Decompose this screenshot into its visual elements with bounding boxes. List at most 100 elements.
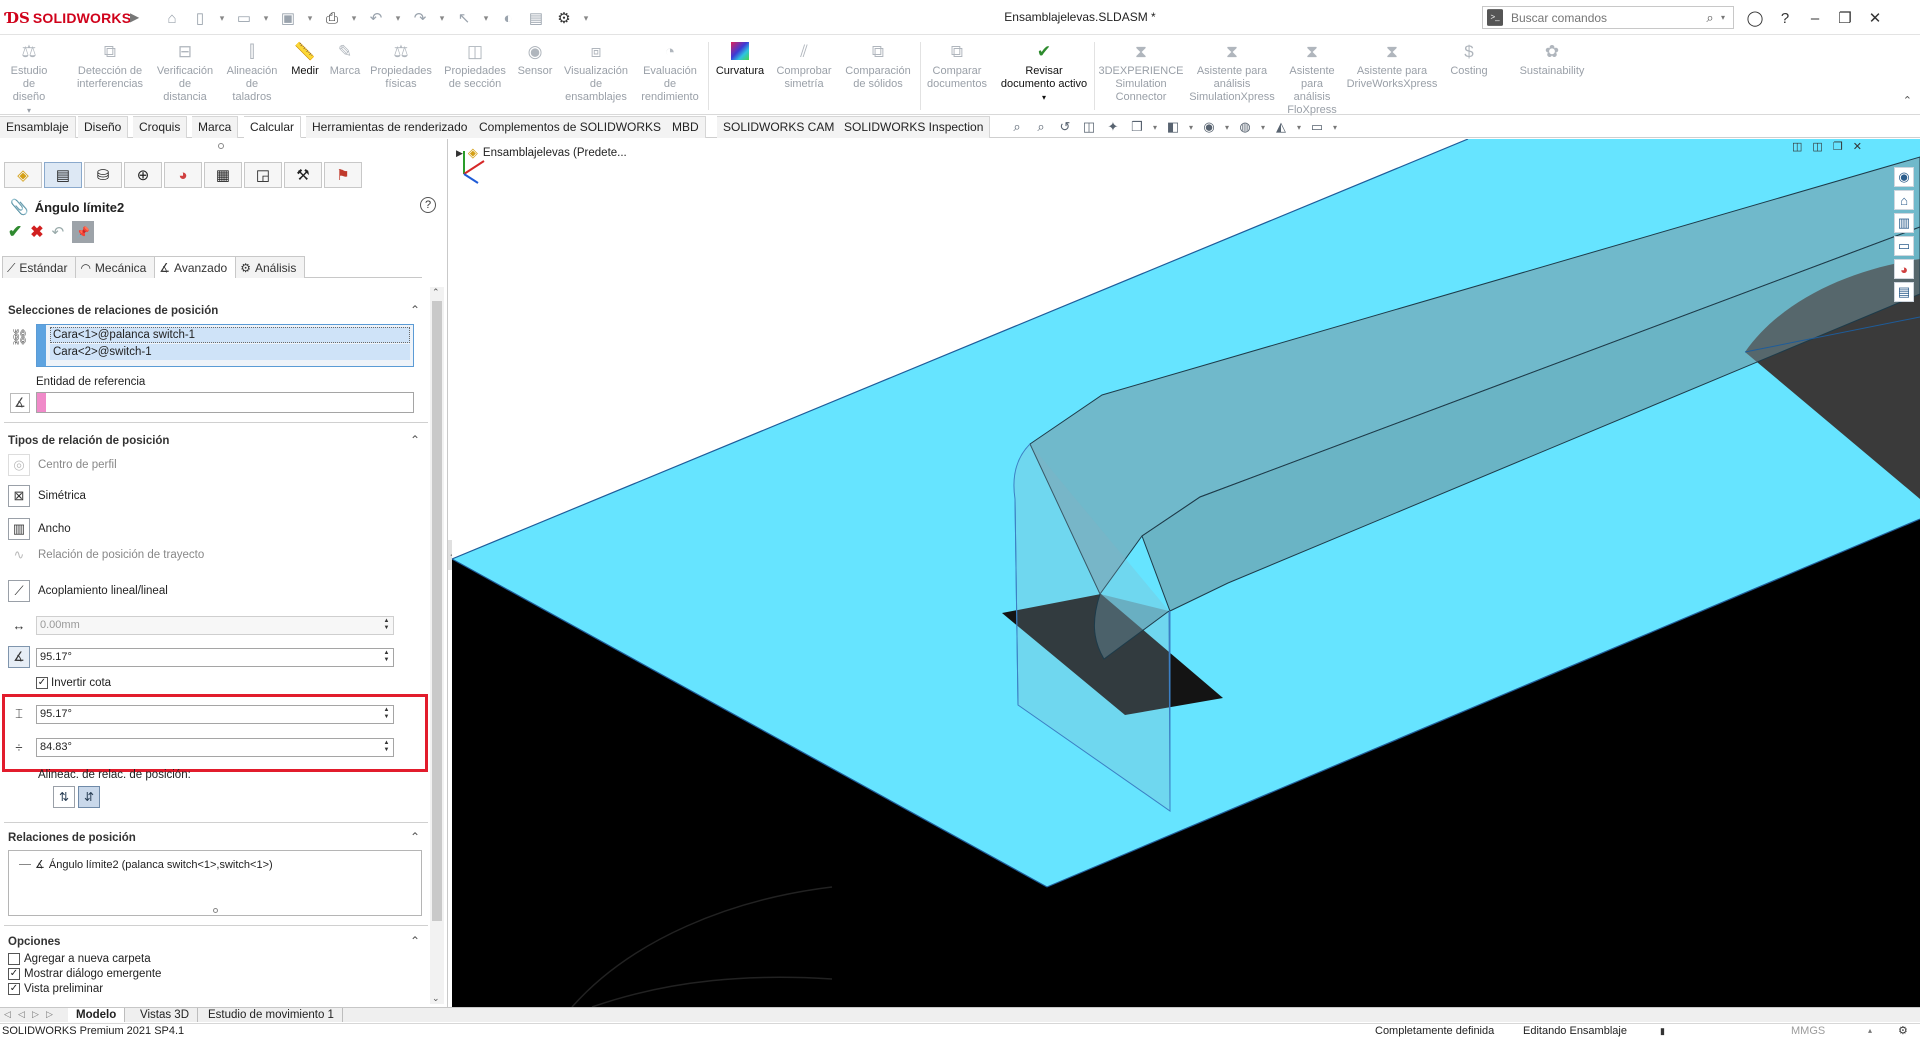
collapse-selections-icon[interactable]: ⌃ xyxy=(410,303,420,317)
resize-grip[interactable] xyxy=(213,908,218,913)
featuremanager-tab[interactable]: ◈ xyxy=(4,162,42,188)
view-settings-icon[interactable]: ▭ xyxy=(1306,117,1328,137)
angle-spinner[interactable]: ▲ ▼ xyxy=(381,650,392,665)
tab-complementos[interactable]: Complementos de SOLIDWORKS xyxy=(473,116,669,138)
tab-croquis[interactable]: Croquis xyxy=(133,116,188,138)
tab-ensamblaje[interactable]: Ensamblaje xyxy=(0,116,76,138)
print-icon[interactable]: ⎙ xyxy=(320,6,344,30)
open-icon[interactable]: ▭ xyxy=(232,6,256,30)
help-icon[interactable]: ? xyxy=(1770,4,1800,32)
save-dropdown-icon[interactable]: ▾ xyxy=(304,6,316,30)
list-item[interactable]: ∡ Ángulo límite2 (palanca switch<1>,swit… xyxy=(19,858,273,871)
max-spinner[interactable]: ▲ ▼ xyxy=(381,707,392,722)
mate-selections-list[interactable]: Cara<1>@palanca switch-1 Cara<2>@switch-… xyxy=(36,324,414,367)
redo-icon[interactable]: ↷ xyxy=(408,6,432,30)
display-style-dropdown-icon[interactable]: ▾ xyxy=(1186,117,1196,137)
new-dropdown-icon[interactable]: ▾ xyxy=(216,6,228,30)
tab-modelo[interactable]: Modelo xyxy=(68,1008,126,1022)
nav-last-icon[interactable]: ▷ xyxy=(46,1009,53,1020)
view-orientation-icon[interactable]: ❒ xyxy=(1126,117,1148,137)
cancel-x-icon[interactable]: ✖ xyxy=(30,222,43,242)
home-icon[interactable]: ⌂ xyxy=(160,6,184,30)
undo-icon[interactable]: ↶ xyxy=(364,6,388,30)
cam-feature-tab[interactable]: ▦ xyxy=(204,162,242,188)
redo-dropdown-icon[interactable]: ▾ xyxy=(436,6,448,30)
displaymanager-tab[interactable]: ◕ xyxy=(164,162,202,188)
selection-item[interactable]: Cara<1>@palanca switch-1 xyxy=(50,327,410,343)
collapse-ribbon-icon[interactable]: ⌃ xyxy=(1903,94,1912,107)
rebuild-icon[interactable]: ◐ xyxy=(496,6,520,30)
angle-icon[interactable]: ∡ xyxy=(8,646,30,668)
save-icon[interactable]: ▣ xyxy=(276,6,300,30)
select-dropdown-icon[interactable]: ▾ xyxy=(480,6,492,30)
measure-button[interactable]: 📏 Medir xyxy=(284,40,326,78)
tab-mecanica[interactable]: ◠ Mecánica xyxy=(75,256,156,278)
nav-first-icon[interactable]: ◁ xyxy=(4,1009,11,1020)
3dexperience-connector-button[interactable]: ⧗ 3DEXPERIENCE Simulation Connector xyxy=(1098,40,1184,104)
unit-system[interactable]: MMGS xyxy=(1791,1024,1825,1038)
nav-prev-icon[interactable]: ◁ xyxy=(18,1009,25,1020)
panel-scrollbar[interactable]: ⌃ ⌄ xyxy=(430,287,444,1004)
tab-solidworks-cam[interactable]: SOLIDWORKS CAM xyxy=(717,116,842,138)
search-commands-input[interactable] xyxy=(1505,10,1699,25)
minimize-icon[interactable]: – xyxy=(1800,4,1830,32)
file-properties-icon[interactable]: ▤ xyxy=(524,6,548,30)
section-view-icon[interactable]: ◫ xyxy=(1078,117,1100,137)
viewport-tile2-icon[interactable]: ◫ xyxy=(1812,140,1822,153)
tab-calcular[interactable]: Calcular xyxy=(244,116,302,138)
curvature-button[interactable]: Curvatura xyxy=(712,40,768,78)
max-value-input[interactable]: 95.17° ▲ ▼ xyxy=(36,704,394,724)
collapse-mates-icon[interactable]: ⌃ xyxy=(410,830,420,844)
viewport-close-icon[interactable]: ✕ xyxy=(1853,140,1862,153)
new-document-icon[interactable]: ▯ xyxy=(188,6,212,30)
hide-show-dropdown-icon[interactable]: ▾ xyxy=(1222,117,1232,137)
scroll-down-icon[interactable]: ⌄ xyxy=(432,993,440,1004)
tab-diseno[interactable]: Diseño xyxy=(78,116,129,138)
options-dropdown-icon[interactable]: ▾ xyxy=(580,6,592,30)
compare-solids-button[interactable]: ⧉ Comparación de sólidos xyxy=(838,40,918,91)
print-dropdown-icon[interactable]: ▾ xyxy=(348,6,360,30)
pin-icon[interactable]: 📌 xyxy=(72,221,95,243)
design-study-button[interactable]: ⚖ Estudio de diseño ▾ xyxy=(4,40,54,117)
graphics-area[interactable]: ▶ ◈ Ensamblajelevas (Predete... ◫ ◫ ❐ ✕ … xyxy=(452,139,1920,1007)
dimxpert-tab[interactable]: ⊕ xyxy=(124,162,162,188)
design-library-icon[interactable]: ▥ xyxy=(1894,213,1914,233)
nav-next-icon[interactable]: ▷ xyxy=(32,1009,39,1020)
costing-button[interactable]: $ Costing xyxy=(1440,40,1498,78)
home-icon[interactable]: ⌂ xyxy=(1894,190,1914,210)
tab-estandar[interactable]: ⟋ Estándar xyxy=(2,256,77,278)
tab-analisis[interactable]: ⚙ Análisis xyxy=(235,256,306,278)
display-style-icon[interactable]: ◧ xyxy=(1162,117,1184,137)
distance-spinner[interactable]: ▲ ▼ xyxy=(381,618,392,633)
mass-properties-button[interactable]: ⚖ Propiedades físicas xyxy=(364,40,438,91)
view-settings-dropdown-icon[interactable]: ▾ xyxy=(1330,117,1340,137)
ok-check-icon[interactable]: ✔ xyxy=(8,222,22,242)
mate-symmetric[interactable]: ⊠ Simétrica xyxy=(8,485,86,507)
min-value-input[interactable]: 84.83° ▲ ▼ xyxy=(36,737,394,757)
performance-evaluation-button[interactable]: ◔ Evaluación de rendimiento xyxy=(636,40,704,104)
mate-path[interactable]: ∿ Relación de posición de trayecto xyxy=(8,544,204,566)
collapse-types-icon[interactable]: ⌃ xyxy=(410,433,420,447)
undo-dropdown-icon[interactable]: ▾ xyxy=(392,6,404,30)
invert-dimension-checkbox[interactable]: ✓ Invertir cota xyxy=(36,677,111,689)
scroll-up-icon[interactable]: ⌃ xyxy=(432,287,440,298)
zoom-to-area-icon[interactable]: ⌕ xyxy=(1030,117,1052,137)
viewport-restore-icon[interactable]: ❐ xyxy=(1833,140,1843,153)
appearances-icon[interactable]: ◕ xyxy=(1894,259,1914,279)
search-icon[interactable]: ⌕ xyxy=(1699,10,1721,26)
mate-linear-coupler[interactable]: ⟋ Acoplamiento lineal/lineal xyxy=(8,580,168,602)
interference-detection-button[interactable]: ⧉ Detección de interferencias xyxy=(74,40,146,91)
3d-model-view[interactable] xyxy=(452,139,1920,1007)
tab-estudio-movimiento[interactable]: Estudio de movimiento 1 xyxy=(200,1008,343,1022)
search-commands-box[interactable]: >_ ⌕ ▾ xyxy=(1482,6,1734,29)
reference-entity-field[interactable] xyxy=(36,392,414,413)
tab-mbd[interactable]: MBD xyxy=(666,116,706,138)
angle-input[interactable]: 95.17° ▲ ▼ xyxy=(36,647,394,667)
previous-view-icon[interactable]: ↺ xyxy=(1054,117,1076,137)
selection-item[interactable]: Cara<2>@switch-1 xyxy=(50,344,410,360)
anti-aligned-button[interactable]: ⇵ xyxy=(78,786,100,808)
clearance-verification-button[interactable]: ⊟ Verificación de distancia xyxy=(150,40,220,104)
customize-icon[interactable]: ⚙ xyxy=(1898,1024,1908,1038)
sustainability-button[interactable]: ✿ Sustainability xyxy=(1508,40,1596,78)
dynamic-annotation-icon[interactable]: ✦ xyxy=(1102,117,1124,137)
